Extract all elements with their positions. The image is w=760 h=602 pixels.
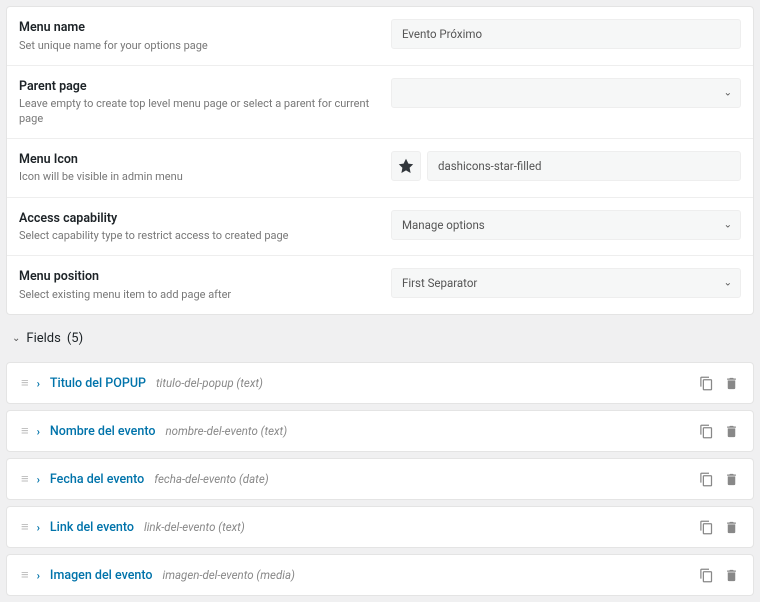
chevron-down-icon: ⌄ bbox=[724, 278, 732, 289]
chevron-down-icon: ⌄ bbox=[12, 333, 20, 344]
chevron-down-icon: ⌄ bbox=[724, 219, 732, 230]
fields-section-title: Fields bbox=[26, 331, 60, 346]
copy-icon[interactable] bbox=[699, 376, 714, 391]
row-menu-icon: Menu Icon Icon will be visible in admin … bbox=[7, 139, 753, 198]
field-meta: fecha-del-evento (date) bbox=[154, 472, 268, 486]
label-access-capability: Access capability bbox=[19, 210, 375, 228]
field-meta: link-del-evento (text) bbox=[144, 520, 245, 534]
field-row[interactable]: ≡ › Titulo del POPUP titulo-del-popup (text… bbox=[6, 362, 754, 404]
menu-position-select[interactable]: First Separator ⌄ bbox=[391, 268, 741, 298]
star-icon bbox=[398, 158, 414, 174]
drag-handle-icon[interactable]: ≡ bbox=[21, 519, 27, 535]
icon-preview-button[interactable] bbox=[391, 151, 421, 181]
field-meta: nombre-del-evento (text) bbox=[165, 424, 287, 438]
label-menu-icon: Menu Icon bbox=[19, 151, 375, 169]
chevron-right-icon[interactable]: › bbox=[37, 569, 40, 582]
chevron-right-icon[interactable]: › bbox=[37, 377, 40, 390]
trash-icon[interactable] bbox=[724, 376, 739, 391]
field-row[interactable]: ≡ › Imagen del evento imagen-del-evento (me… bbox=[6, 554, 754, 596]
row-parent-page: Parent page Leave empty to create top le… bbox=[7, 66, 753, 139]
fields-list: ≡ › Titulo del POPUP titulo-del-popup (text… bbox=[0, 362, 760, 596]
access-capability-select[interactable]: Manage options ⌄ bbox=[391, 210, 741, 240]
copy-icon[interactable] bbox=[699, 520, 714, 535]
trash-icon[interactable] bbox=[724, 520, 739, 535]
field-row[interactable]: ≡ › Nombre del evento nombre-del-evento (te… bbox=[6, 410, 754, 452]
menu-icon-input[interactable]: dashicons-star-filled bbox=[427, 151, 741, 181]
fields-section-toggle[interactable]: ⌄ Fields (5) bbox=[0, 321, 760, 356]
row-menu-position: Menu position Select existing menu item … bbox=[7, 256, 753, 314]
trash-icon[interactable] bbox=[724, 424, 739, 439]
drag-handle-icon[interactable]: ≡ bbox=[21, 375, 27, 391]
desc-menu-icon: Icon will be visible in admin menu bbox=[19, 170, 375, 184]
field-title[interactable]: Titulo del POPUP bbox=[50, 376, 146, 391]
field-title[interactable]: Nombre del evento bbox=[50, 424, 156, 439]
chevron-down-icon: ⌄ bbox=[724, 87, 732, 98]
row-menu-name: Menu name Set unique name for your optio… bbox=[7, 7, 753, 66]
chevron-right-icon[interactable]: › bbox=[37, 473, 40, 486]
copy-icon[interactable] bbox=[699, 568, 714, 583]
field-row[interactable]: ≡ › Fecha del evento fecha-del-evento (date… bbox=[6, 458, 754, 500]
chevron-right-icon[interactable]: › bbox=[37, 425, 40, 438]
copy-icon[interactable] bbox=[699, 424, 714, 439]
field-title[interactable]: Fecha del evento bbox=[50, 472, 144, 487]
settings-panel: Menu name Set unique name for your optio… bbox=[6, 6, 754, 315]
fields-count: (5) bbox=[67, 331, 83, 346]
field-title[interactable]: Imagen del evento bbox=[50, 568, 153, 583]
field-meta: imagen-del-evento (media) bbox=[162, 568, 294, 582]
parent-page-select[interactable]: ⌄ bbox=[391, 78, 741, 108]
menu-name-input[interactable]: Evento Próximo bbox=[391, 19, 741, 49]
desc-parent-page: Leave empty to create top level menu pag… bbox=[19, 97, 375, 126]
label-menu-position: Menu position bbox=[19, 268, 375, 286]
copy-icon[interactable] bbox=[699, 472, 714, 487]
trash-icon[interactable] bbox=[724, 472, 739, 487]
desc-menu-position: Select existing menu item to add page af… bbox=[19, 288, 375, 302]
drag-handle-icon[interactable]: ≡ bbox=[21, 567, 27, 583]
desc-access-capability: Select capability type to restrict acces… bbox=[19, 229, 375, 243]
field-row[interactable]: ≡ › Link del evento link-del-evento (text) bbox=[6, 506, 754, 548]
drag-handle-icon[interactable]: ≡ bbox=[21, 471, 27, 487]
chevron-right-icon[interactable]: › bbox=[37, 521, 40, 534]
label-parent-page: Parent page bbox=[19, 78, 375, 96]
label-menu-name: Menu name bbox=[19, 19, 375, 37]
field-title[interactable]: Link del evento bbox=[50, 520, 134, 535]
drag-handle-icon[interactable]: ≡ bbox=[21, 423, 27, 439]
field-meta: titulo-del-popup (text) bbox=[156, 376, 263, 390]
trash-icon[interactable] bbox=[724, 568, 739, 583]
desc-menu-name: Set unique name for your options page bbox=[19, 39, 375, 53]
row-access-capability: Access capability Select capability type… bbox=[7, 198, 753, 257]
